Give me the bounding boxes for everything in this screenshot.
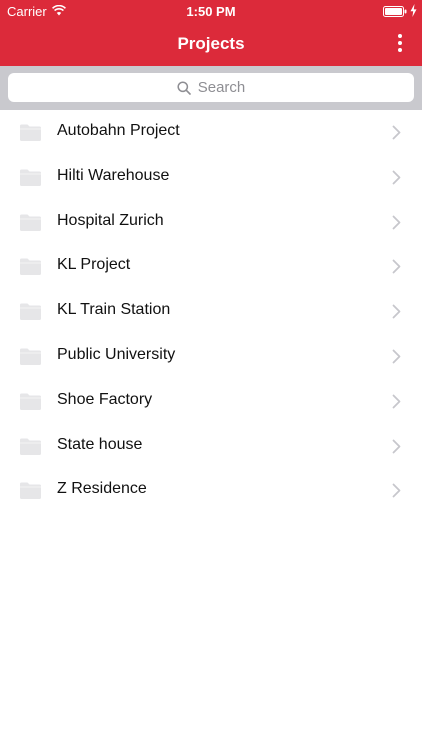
folder-icon — [20, 438, 41, 455]
chevron-right-icon — [392, 215, 401, 229]
folder-icon — [20, 348, 41, 365]
project-row[interactable]: KL Train Station — [0, 289, 422, 334]
project-label: Z Residence — [57, 480, 147, 498]
project-row[interactable]: Z Residence — [0, 468, 422, 513]
folder-icon — [20, 169, 41, 186]
app-header: Carrier 1:50 PM Projects — [0, 0, 422, 66]
search-placeholder: Search — [197, 79, 246, 96]
status-bar: Carrier 1:50 PM — [0, 0, 422, 22]
project-label: Shoe Factory — [57, 390, 153, 408]
chevron-right-icon — [392, 439, 401, 453]
more-vertical-icon — [398, 34, 402, 38]
project-label: KL Train Station — [57, 301, 171, 319]
more-dot — [398, 41, 402, 45]
project-label: Public University — [57, 345, 176, 363]
charging-bolt-icon — [410, 4, 417, 17]
project-row[interactable]: KL Project — [0, 244, 422, 289]
folder-icon — [20, 124, 41, 141]
search-bar: Search — [0, 66, 422, 110]
battery-icon — [383, 6, 407, 17]
project-label: KL Project — [57, 256, 131, 274]
chevron-right-icon — [392, 394, 401, 409]
folder-icon — [20, 303, 41, 321]
folder-icon — [20, 214, 41, 231]
more-options-button[interactable] — [388, 30, 412, 56]
chevron-right-icon — [392, 304, 401, 319]
project-row[interactable]: Autobahn Project — [0, 110, 422, 155]
chevron-right-icon — [392, 170, 401, 185]
folder-icon — [20, 258, 41, 276]
page-title: Projects — [177, 34, 245, 53]
project-label: Hospital Zurich — [57, 211, 164, 229]
project-row[interactable]: Hospital Zurich — [0, 200, 422, 245]
project-row[interactable]: Shoe Factory — [0, 379, 422, 424]
folder-icon — [20, 393, 41, 410]
chevron-right-icon — [392, 125, 401, 140]
project-list: Autobahn Project Hilti Warehouse Hospital … — [0, 110, 422, 513]
project-label: State house — [57, 435, 143, 453]
status-time: 1:50 PM — [186, 4, 236, 19]
chevron-right-icon — [392, 483, 401, 498]
chevron-right-icon — [392, 349, 401, 364]
project-row[interactable]: Hilti Warehouse — [0, 155, 422, 200]
search-input[interactable]: Search — [8, 73, 414, 102]
search-icon — [177, 80, 191, 95]
project-row[interactable]: State house — [0, 424, 422, 469]
chevron-right-icon — [392, 259, 401, 274]
folder-icon — [20, 482, 41, 500]
more-dot — [398, 48, 402, 52]
project-row[interactable]: Public University — [0, 334, 422, 379]
project-label: Autobahn Project — [57, 122, 180, 139]
project-label: Hilti Warehouse — [57, 166, 170, 184]
